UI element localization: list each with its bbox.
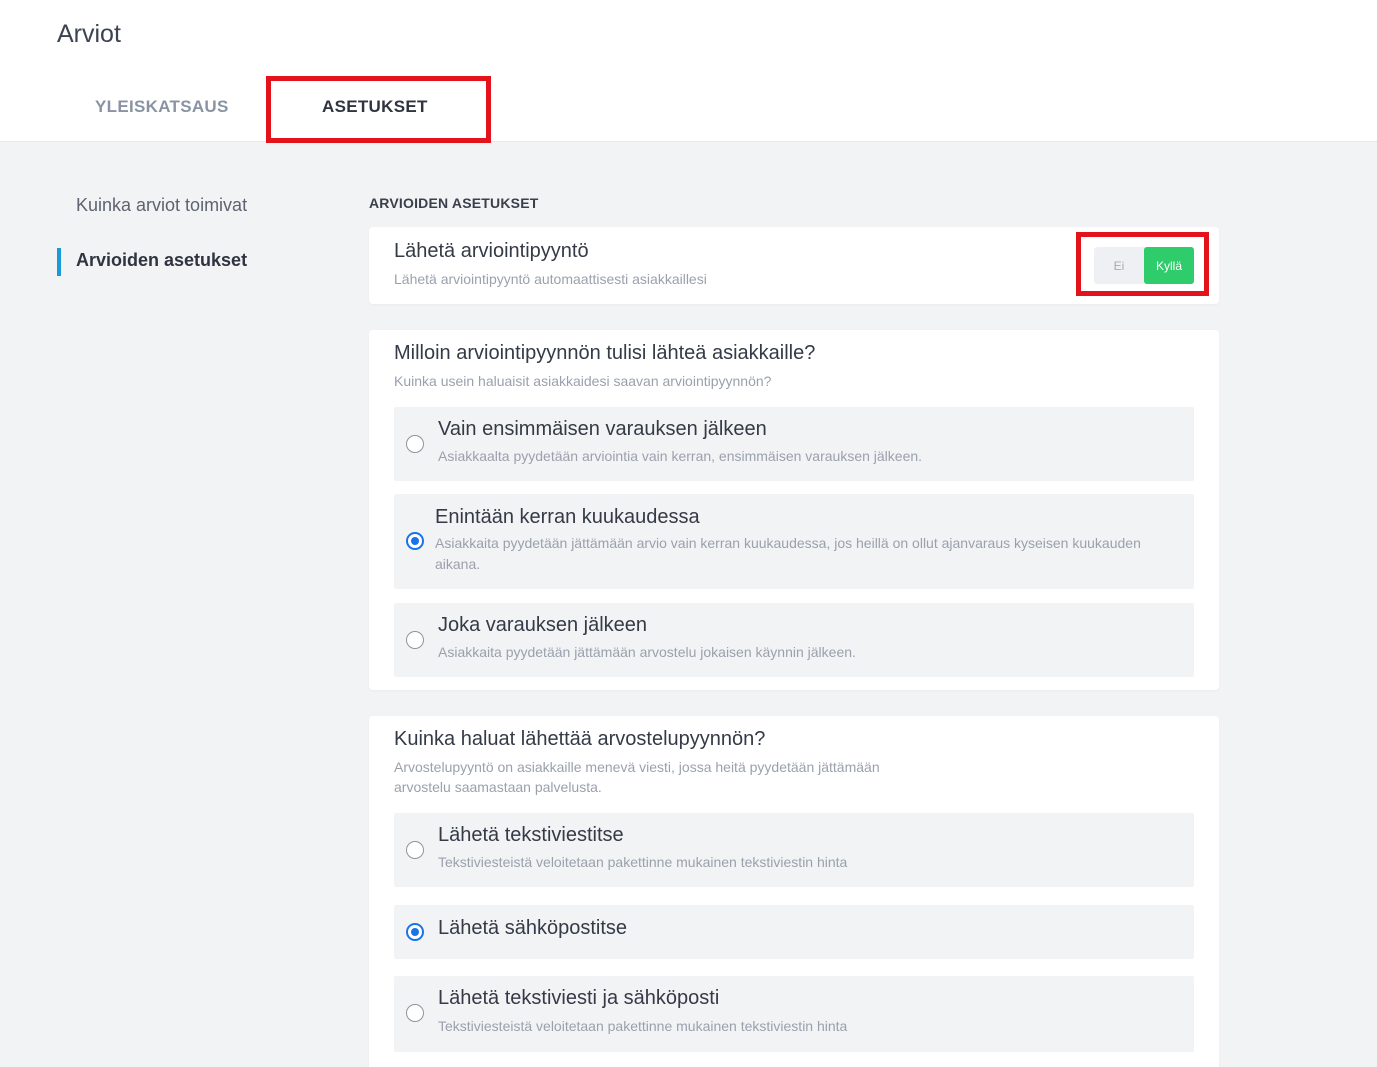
method-subtitle: Arvostelupyyntö on asiakkaille menevä vi… [394,759,880,795]
timing-option-monthly[interactable]: Enintään kerran kuukaudessa Asiakkaita p… [394,494,1194,589]
sidebar-item-review-settings[interactable]: Arvioiden asetukset [76,250,247,271]
page-title: Arviot [57,20,121,48]
timing-subtitle: Kuinka usein haluaisit asiakkaidesi saav… [394,373,772,389]
method-card: Kuinka haluat lähettää arvostelupyynnön?… [369,716,1219,1067]
option-title: Vain ensimmäisen varauksen jälkeen [438,418,767,440]
option-description: Tekstiviesteistä veloitetaan pakettinne … [438,854,848,870]
option-description: Tekstiviesteistä veloitetaan pakettinne … [438,1018,848,1034]
radio-first-booking[interactable] [406,435,424,453]
send-request-toggle[interactable]: Ei Kyllä [1094,247,1194,284]
method-title: Kuinka haluat lähettää arvostelupyynnön? [394,728,766,750]
option-title: Lähetä tekstiviestitse [438,824,624,846]
timing-title: Milloin arviointipyynnön tulisi lähteä a… [394,342,816,364]
radio-sms-and-email[interactable] [406,1004,424,1022]
send-request-subtitle: Lähetä arviointipyyntö automaattisesti a… [394,271,707,287]
method-option-sms[interactable]: Lähetä tekstiviestitse Tekstiviesteistä … [394,813,1194,887]
radio-email[interactable] [406,923,424,941]
toggle-option-no[interactable]: Ei [1094,247,1144,284]
tab-overview[interactable]: YLEISKATSAUS [95,97,229,117]
timing-card: Milloin arviointipyynnön tulisi lähteä a… [369,330,1219,690]
method-option-email[interactable]: Lähetä sähköpostitse [394,905,1194,959]
send-request-title: Lähetä arviointipyyntö [394,240,589,262]
toggle-option-yes[interactable]: Kyllä [1144,247,1194,284]
option-description: Asiakkaita pyydetään jättämään arvostelu… [438,644,856,660]
option-title: Enintään kerran kuukaudessa [435,506,700,528]
option-title: Lähetä sähköpostitse [438,917,628,939]
send-request-card: Lähetä arviointipyyntö Lähetä arviointip… [369,227,1219,304]
section-heading: ARVIOIDEN ASETUKSET [369,195,539,211]
timing-option-first-booking[interactable]: Vain ensimmäisen varauksen jälkeen Asiak… [394,407,1194,481]
radio-monthly[interactable] [406,532,424,550]
option-description: Asiakkaalta pyydetään arviointia vain ke… [438,448,923,464]
tab-settings[interactable]: ASETUKSET [322,97,428,117]
option-description: Asiakkaita pyydetään jättämään arvio vai… [435,535,1141,572]
radio-every-booking[interactable] [406,631,424,649]
option-title: Joka varauksen jälkeen [438,614,648,636]
top-bar: Arviot YLEISKATSAUS ASETUKSET [0,0,1377,142]
option-title: Lähetä tekstiviesti ja sähköposti [438,987,720,1009]
radio-sms[interactable] [406,841,424,859]
timing-option-every-booking[interactable]: Joka varauksen jälkeen Asiakkaita pyydet… [394,603,1194,677]
sidebar-active-indicator [57,248,61,276]
sidebar-item-how-reviews-work[interactable]: Kuinka arviot toimivat [76,195,247,216]
method-option-sms-and-email[interactable]: Lähetä tekstiviesti ja sähköposti Teksti… [394,976,1194,1052]
